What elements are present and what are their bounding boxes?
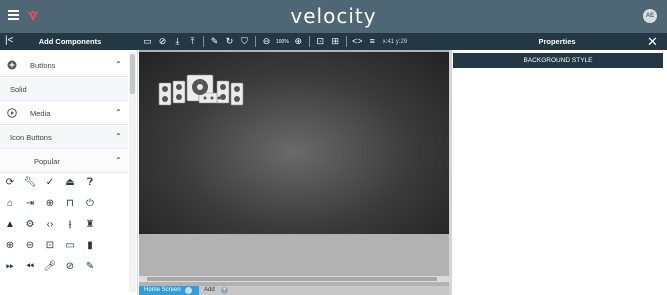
input-icon[interactable]: ⇥ bbox=[22, 196, 38, 212]
properties-title: Properties bbox=[538, 37, 576, 46]
no-background-icon[interactable]: ⊘ bbox=[155, 34, 170, 49]
globe-icon[interactable]: ⊕ bbox=[42, 196, 58, 212]
image-icon[interactable]: ▭ bbox=[140, 34, 155, 49]
chevron-up-icon[interactable]: ⌃ bbox=[115, 156, 122, 165]
zoom-in-icon[interactable]: ⊕ bbox=[291, 34, 306, 49]
subsection-label: Icon Buttons bbox=[10, 133, 52, 142]
settings-sliders-icon[interactable]: ≡ bbox=[365, 34, 380, 49]
bar-chart-icon[interactable]: ▮ bbox=[82, 238, 98, 254]
lock-icon[interactable]: ⊡ bbox=[313, 34, 328, 49]
speakers-image[interactable] bbox=[157, 73, 247, 113]
code-icon[interactable]: <> bbox=[350, 34, 365, 49]
chevron-up-icon[interactable]: ⌃ bbox=[115, 132, 122, 141]
subsection-label: Solid bbox=[10, 85, 27, 94]
sub-header-bar: |< Add Components ▭ ⊘ ⤓ ⤒ ✎ ↻ ⛉ ⊖ 100% ⊕… bbox=[0, 33, 667, 50]
toolbar-divider bbox=[255, 36, 256, 47]
shield-icon[interactable]: ⛉ bbox=[237, 34, 252, 49]
user-avatar[interactable]: AE bbox=[643, 9, 657, 23]
add-screen-icon[interactable]: + bbox=[221, 287, 228, 294]
design-canvas[interactable] bbox=[139, 52, 449, 234]
canvas-toolbar: ▭ ⊘ ⤓ ⤒ ✎ ↻ ⛉ ⊖ 100% ⊕ ⊡ ⊞ <> ≡ x:41 y:2… bbox=[140, 33, 450, 50]
section-label: Buttons bbox=[30, 61, 56, 70]
tab-add[interactable]: Add + bbox=[201, 286, 237, 295]
mic-stand-icon[interactable]: ♜ bbox=[82, 217, 98, 233]
power-icon[interactable]: ⏻ bbox=[82, 196, 98, 212]
section-media[interactable]: Media ⌃ bbox=[0, 102, 128, 125]
play-circle-icon bbox=[7, 108, 17, 118]
tab-label: Add bbox=[204, 287, 215, 293]
home-icon[interactable]: ⌂ bbox=[2, 196, 18, 212]
brush-icon[interactable]: ✎ bbox=[207, 34, 222, 49]
brand-logo-text: velocity bbox=[290, 4, 377, 28]
eject-icon[interactable]: ⏏ bbox=[62, 175, 78, 191]
add-components-title: Add Components bbox=[38, 37, 102, 46]
toolbar-divider bbox=[203, 36, 204, 47]
help-icon[interactable]: ❓︎ bbox=[82, 175, 98, 191]
upload-icon[interactable]: ⤒ bbox=[185, 34, 200, 49]
gear-icon[interactable]: ⚙ bbox=[22, 217, 38, 233]
canvas-area: Home Screen Add + bbox=[139, 50, 452, 295]
screen-tab-bar: Home Screen Add + bbox=[139, 286, 449, 295]
wrench-icon[interactable]: 🔧︎ bbox=[22, 175, 38, 191]
zoom-level: 100% bbox=[276, 38, 289, 45]
scrollbar-thumb[interactable] bbox=[130, 54, 135, 94]
refresh-icon[interactable]: ⟳ bbox=[2, 175, 18, 191]
info-icon[interactable] bbox=[185, 287, 192, 294]
add-components-panel: Buttons ⌃ Solid Media ⌃ Icon Buttons ⌃ P… bbox=[0, 50, 138, 295]
grid-icon[interactable]: ⊞ bbox=[328, 34, 343, 49]
tab-label: Home Screen bbox=[144, 287, 181, 293]
scrollbar-thumb[interactable] bbox=[147, 277, 437, 281]
canvas-horizontal-scrollbar[interactable] bbox=[139, 276, 449, 282]
close-panel-icon[interactable]: ✕ bbox=[647, 33, 658, 50]
lock-icon[interactable]: ⊓ bbox=[62, 196, 78, 212]
chevron-up-icon[interactable]: ⌃ bbox=[115, 60, 122, 69]
cursor-coordinates: x:41 y:29 bbox=[382, 38, 408, 45]
zoom-out-icon[interactable]: ⊖ bbox=[259, 34, 274, 49]
check-icon[interactable]: ✓ bbox=[42, 175, 58, 191]
download-icon[interactable]: ⤓ bbox=[170, 34, 185, 49]
zoom-in-icon[interactable]: ⊕ bbox=[2, 238, 18, 254]
zoom-out-icon[interactable]: ⊖ bbox=[22, 238, 38, 254]
tab-home-screen[interactable]: Home Screen bbox=[139, 286, 199, 295]
fast-forward-icon[interactable]: ⏩︎ bbox=[2, 259, 18, 275]
collapse-panel-icon[interactable]: |< bbox=[5, 35, 13, 47]
code-icon[interactable]: ‹› bbox=[42, 217, 58, 233]
background-style-header[interactable]: BACKGROUND STYLE bbox=[453, 53, 663, 68]
section-buttons[interactable]: Buttons ⌃ bbox=[0, 54, 128, 77]
chevron-up-icon[interactable]: ⌃ bbox=[115, 108, 122, 117]
screen-edit-icon[interactable]: ✎ bbox=[82, 259, 98, 275]
refresh-icon[interactable]: ↻ bbox=[222, 34, 237, 49]
properties-panel: BACKGROUND STYLE bbox=[452, 50, 667, 295]
subsection-popular[interactable]: Popular ⌃ bbox=[0, 150, 128, 173]
mic-icon[interactable]: 🎤︎ bbox=[42, 259, 58, 275]
rewind-icon[interactable]: ⏪︎ bbox=[22, 259, 38, 275]
toolbar-divider bbox=[308, 36, 310, 47]
mixer-icon[interactable]: ⫲ bbox=[62, 217, 78, 233]
screen-icon[interactable]: ⊡ bbox=[42, 238, 58, 254]
warning-icon[interactable]: ▲ bbox=[2, 217, 18, 233]
app-root: velocity AE |< Add Components ▭ ⊘ ⤓ ⤒ ✎ … bbox=[0, 0, 667, 295]
subsection-label: Popular bbox=[34, 157, 60, 166]
left-panel-scrollbar[interactable] bbox=[129, 52, 136, 292]
subsection-icon-buttons[interactable]: Icon Buttons ⌃ bbox=[0, 126, 128, 149]
toolbar-divider bbox=[345, 36, 347, 47]
top-bar: velocity AE bbox=[0, 0, 667, 33]
section-label: Media bbox=[30, 109, 51, 118]
cast-icon[interactable]: ▭ bbox=[62, 238, 78, 254]
mute-mic-icon[interactable]: ⊘ bbox=[62, 259, 78, 275]
plus-circle-icon bbox=[7, 60, 17, 70]
subsection-solid[interactable]: Solid bbox=[0, 78, 128, 101]
